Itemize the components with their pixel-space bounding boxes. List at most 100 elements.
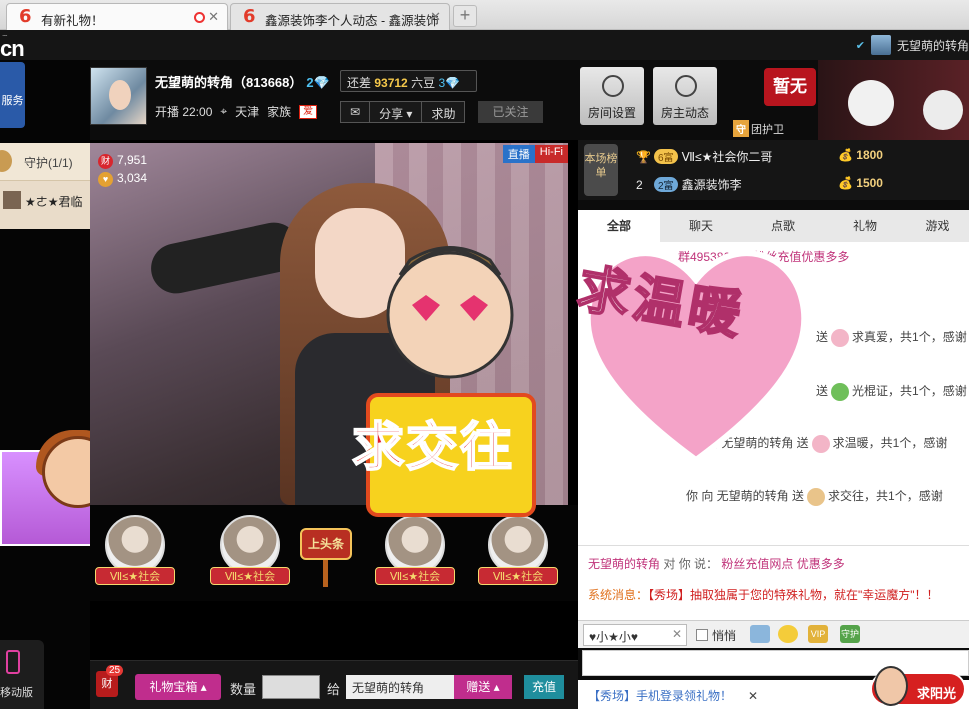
- anchor-meta: 开播 22:00 ⌖ 天津 家族爱: [155, 103, 318, 120]
- trophy-icon: 🏆: [636, 150, 651, 164]
- video-badges: 直播 Hi-Fi: [502, 145, 568, 163]
- rank-title: 本场榜单: [584, 144, 618, 196]
- vip-icon[interactable]: VIP: [808, 625, 828, 643]
- rank-score: 💰 1500: [838, 176, 883, 190]
- guard-user[interactable]: ★ㄜ★君临: [0, 187, 90, 213]
- diamond-icon: 2💎: [306, 75, 330, 90]
- fans-icon: ♥: [98, 172, 113, 187]
- guard-panel: 守护(1/1) ★ㄜ★君临: [0, 143, 90, 229]
- gift-bar: 财 25 礼物宝箱 ▴ 数量 给 无望萌的转角 赠送 ▴ 充值: [90, 660, 578, 709]
- guardian-tag[interactable]: 守团护卫: [733, 120, 784, 137]
- service-button[interactable]: 服务: [0, 62, 25, 128]
- browser-tabbar: 6 有新礼物！ ✕ 6 鑫源装饰李个人动态 - 鑫源装饰 ✕ +: [0, 0, 969, 30]
- tab-title: 鑫源装饰李个人动态 - 鑫源装饰: [265, 14, 439, 28]
- bear-icon: [848, 80, 894, 126]
- location-icon: ⌖: [220, 104, 228, 118]
- new-tab-button[interactable]: +: [453, 5, 477, 27]
- phone-icon: [6, 650, 20, 674]
- system-message: 系统消息：【秀场】抽取独属于您的特殊礼物，就在"幸运魔方"！！: [588, 588, 939, 602]
- rank-score: 💰 1800: [838, 148, 883, 162]
- diamond-icon: 3💎: [438, 76, 461, 90]
- rank-row[interactable]: 🏆 6富 Ⅶ≤★社会你二哥: [636, 148, 772, 170]
- avatar: [3, 191, 21, 209]
- recipient-label: 给: [327, 682, 341, 697]
- chat-line: 你 向 无望萌的转角 送求交往，共1个，感谢: [686, 487, 943, 506]
- avatar: [870, 35, 891, 55]
- rank-row[interactable]: 2 2富 鑫源装饰李: [636, 176, 742, 198]
- quiet-label: 悄悄: [712, 629, 737, 643]
- whisper-target-select[interactable]: ♥小★小♥ ✕: [583, 624, 687, 646]
- close-icon[interactable]: ✕: [672, 627, 682, 641]
- cartoon-man-icon: [366, 246, 536, 517]
- top-fan-placeholder: 暂无: [764, 68, 816, 106]
- gear-icon: [602, 75, 624, 97]
- anchor-name: 无望萌的转角（813668） 2💎: [155, 75, 330, 90]
- chat-line: 送光棍证，共1个，感谢: [816, 382, 967, 401]
- close-icon[interactable]: ✕: [430, 9, 441, 25]
- site-logo-icon: 6: [243, 6, 256, 27]
- hifi-badge[interactable]: Hi-Fi: [534, 145, 568, 163]
- site-logo[interactable]: ..... cn: [0, 31, 25, 62]
- share-button[interactable]: 分享 ▾: [370, 102, 423, 122]
- guard-title[interactable]: 守护(1/1): [0, 143, 90, 181]
- recipient-select[interactable]: 无望萌的转角: [346, 675, 454, 699]
- site-logo-icon: 6: [19, 6, 32, 27]
- gift-tag: Ⅶ≤★社会: [95, 567, 175, 585]
- emoji-icon[interactable]: [778, 625, 798, 643]
- mobile-version-button[interactable]: 移动版: [0, 640, 44, 709]
- quantity-label: 数量: [230, 682, 257, 697]
- gift-icon: [807, 487, 826, 506]
- top-user-name: 无望萌的转角: [896, 38, 969, 53]
- anchor-avatar[interactable]: [90, 67, 147, 125]
- gift-icon: [811, 434, 830, 453]
- gift-avatar[interactable]: [105, 515, 165, 575]
- gift-icon: [831, 382, 850, 401]
- gift-tag: Ⅶ≤★社会: [210, 567, 290, 585]
- bear-icon: [923, 90, 963, 130]
- guard-icon[interactable]: 守护: [840, 625, 860, 643]
- send-gift-button[interactable]: 赠送 ▴: [454, 675, 512, 699]
- anchor-header: 无望萌的转角（813668） 2💎 还差 93712 六豆 3💎 开播 22:00…: [90, 60, 578, 140]
- close-icon[interactable]: ✕: [208, 9, 219, 25]
- guard-icon: 守: [733, 120, 749, 137]
- chat-line: 送求真爱，共1个，感谢: [816, 328, 967, 347]
- live-badge: 直播: [502, 145, 535, 163]
- image-icon[interactable]: [750, 625, 770, 643]
- close-icon[interactable]: ✕: [748, 689, 758, 703]
- send-message-button[interactable]: 求阳光: [870, 666, 966, 706]
- family-badge[interactable]: 爱: [299, 104, 318, 119]
- gift-box-button[interactable]: 礼物宝箱 ▴: [135, 674, 221, 700]
- wealth-count-badge: 25: [106, 665, 124, 676]
- browser-tab[interactable]: 6 鑫源装饰李个人动态 - 鑫源装饰 ✕: [230, 3, 450, 30]
- room-settings-button[interactable]: 房间设置: [580, 67, 644, 125]
- tab-gift[interactable]: 礼物: [824, 210, 906, 242]
- browser-tab-active[interactable]: 6 有新礼物！ ✕: [6, 3, 228, 30]
- private-message: 无望萌的转角 对 你 说： 粉丝充值网点 优惠多多: [588, 557, 845, 571]
- wealth-icon: 财: [98, 154, 113, 169]
- rank-list: 本场榜单 🏆 6富 Ⅶ≤★社会你二哥 💰 1800 2 2富 鑫源装饰李 💰 1500: [578, 140, 969, 200]
- recharge-button[interactable]: 充值: [524, 675, 564, 699]
- tab-title: 有新礼物！: [41, 14, 104, 28]
- host-feed-button[interactable]: 房主动态: [653, 67, 717, 125]
- system-messages: 无望萌的转角 对 你 说： 粉丝充值网点 优惠多多 系统消息：【秀场】抽取独属于…: [578, 545, 969, 620]
- record-icon: [194, 12, 205, 23]
- tab-game[interactable]: 游戏: [906, 210, 969, 242]
- gift-overlay-sign-text: 求交往: [351, 417, 515, 479]
- chat-tools: ♥小★小♥ ✕ 悄悄 VIP 守护: [578, 620, 969, 648]
- gift-icon: [831, 328, 850, 347]
- top-user-menu[interactable]: ✔ 无望萌的转角: [856, 34, 969, 56]
- headline-pole: [323, 560, 328, 587]
- message-button[interactable]: ✉: [341, 102, 371, 122]
- gift-avatar[interactable]: [220, 515, 280, 575]
- quiet-checkbox[interactable]: [696, 629, 708, 641]
- user-icon: [675, 75, 697, 97]
- mail-icon: ✉: [350, 105, 361, 119]
- help-button[interactable]: 求助: [422, 102, 465, 122]
- quantity-input[interactable]: [262, 675, 320, 699]
- headline-badge[interactable]: 上头条: [300, 528, 352, 560]
- level-progress: 还差 93712 六豆 3💎: [340, 70, 477, 92]
- followed-button[interactable]: 已关注: [478, 101, 543, 123]
- shield-icon: [0, 150, 12, 172]
- chevron-down-icon: ✔: [855, 39, 865, 52]
- gift-tag: Ⅶ≤★社会: [478, 567, 558, 585]
